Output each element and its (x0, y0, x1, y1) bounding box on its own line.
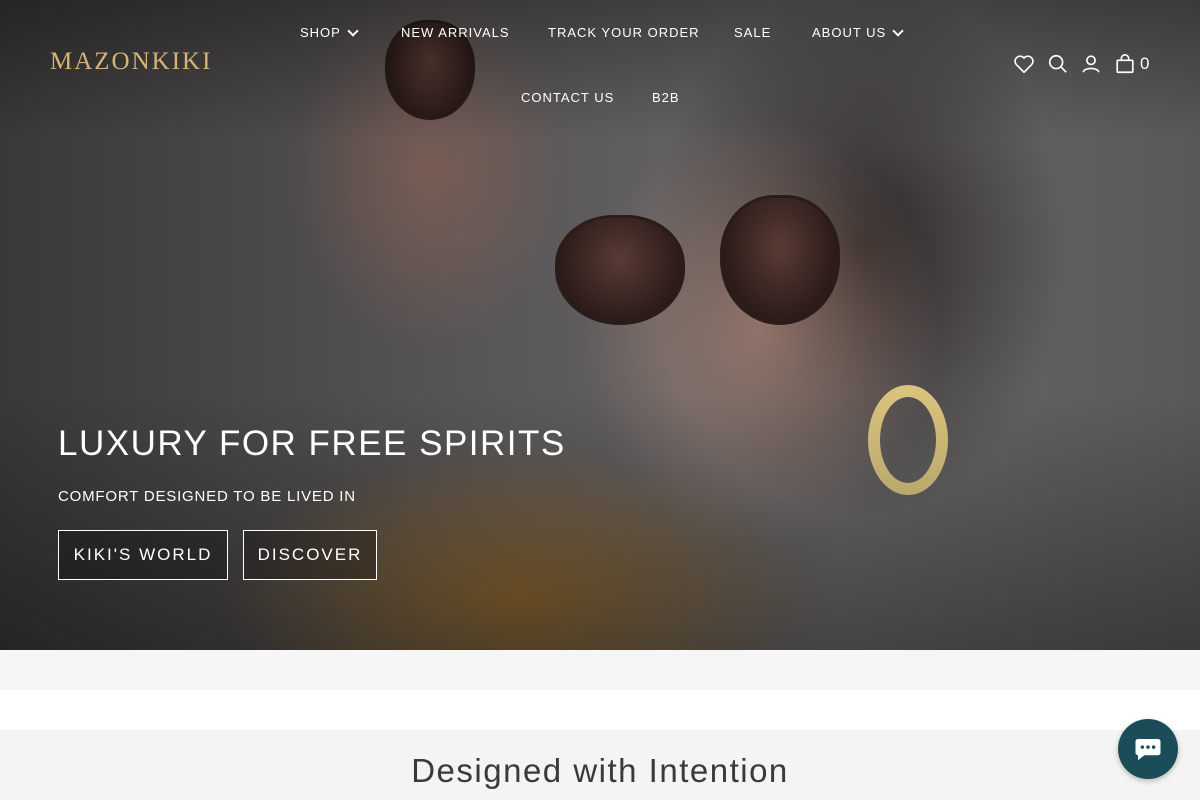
hero-title: LUXURY FOR FREE SPIRITS (58, 424, 566, 463)
discover-button[interactable]: DISCOVER (243, 530, 377, 580)
chat-button[interactable] (1118, 719, 1178, 779)
nav-b2b[interactable]: B2B (652, 90, 680, 105)
nav-label: TRACK YOUR ORDER (548, 25, 700, 40)
chevron-down-icon (347, 24, 359, 37)
section-spacer (0, 690, 1200, 730)
nav-new-arrivals[interactable]: NEW ARRIVALS (401, 25, 510, 40)
heart-icon[interactable] (1013, 53, 1035, 75)
nav-sale[interactable]: SALE (734, 25, 771, 40)
search-icon[interactable] (1047, 53, 1069, 75)
section-divider (0, 650, 1200, 690)
nav-label: SALE (734, 25, 772, 40)
user-icon[interactable] (1080, 53, 1102, 75)
section-title: Designed with Intention (411, 752, 789, 789)
nav-label: B2B (652, 90, 680, 105)
chat-bubble-icon (1135, 739, 1161, 761)
hero-subtitle: COMFORT DESIGNED TO BE LIVED IN (58, 488, 356, 505)
nav-label: CONTACT US (521, 90, 615, 105)
shopping-bag-icon[interactable] (1114, 53, 1136, 75)
nav-label: SHOP (300, 25, 341, 40)
nav-track-order[interactable]: TRACK YOUR ORDER (548, 25, 700, 40)
nav-label: NEW ARRIVALS (401, 25, 510, 40)
chevron-down-icon (892, 24, 904, 37)
kikis-world-button[interactable]: KIKI'S WORLD (58, 530, 228, 580)
nav-shop[interactable]: SHOP (300, 24, 359, 40)
cart-count[interactable]: 0 (1140, 54, 1149, 74)
nav-label: ABOUT US (812, 25, 887, 40)
nav-about-us[interactable]: ABOUT US (812, 24, 904, 40)
nav-contact-us[interactable]: CONTACT US (521, 90, 614, 105)
site-logo[interactable]: MAZONKIKI (50, 48, 212, 76)
